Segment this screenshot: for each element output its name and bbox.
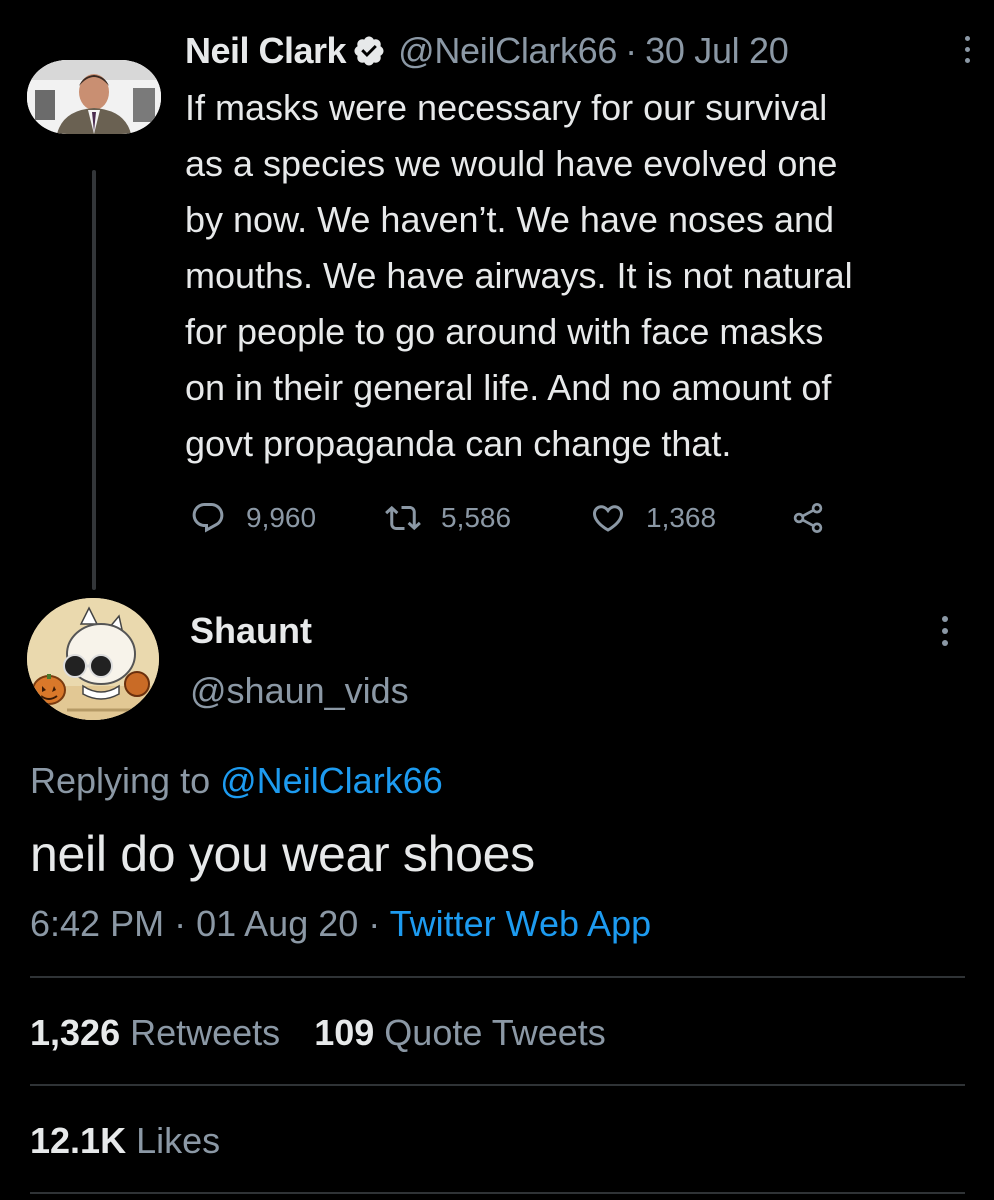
reply-action-button[interactable]: 9,960 xyxy=(190,498,316,538)
quote-tweets-stat[interactable]: 109 Quote Tweets xyxy=(314,1012,606,1053)
parent-text-line: mouths. We have airways. It is not natur… xyxy=(185,255,853,296)
likes-stat-count: 12.1K xyxy=(30,1120,127,1161)
parent-text-line: for people to go around with face masks xyxy=(185,311,824,352)
reply-count: 9,960 xyxy=(246,502,317,533)
retweets-stat-label: Retweets xyxy=(130,1012,281,1053)
parent-more-icon[interactable] xyxy=(959,32,975,72)
reply-avatar-illustration xyxy=(27,598,159,720)
share-icon xyxy=(793,503,823,533)
reply-bubble-icon xyxy=(192,503,224,533)
retweet-action-button[interactable]: 5,586 xyxy=(385,498,511,538)
parent-text-line: on in their general life. And no amount … xyxy=(185,367,832,408)
likes-stat[interactable]: 12.1K Likes xyxy=(30,1120,220,1162)
reply-author-handle[interactable]: @shaun_vids xyxy=(190,670,409,712)
parent-action-bar: 9,960 5,586 1,368 xyxy=(190,498,890,538)
verified-badge-icon xyxy=(354,36,384,66)
parent-tweet-text: If masks were necessary for our survival… xyxy=(185,80,975,472)
quote-tweets-stat-label: Quote Tweets xyxy=(384,1012,606,1053)
parent-tweet-header: Neil Clark @NeilClark66 · 30 Jul 20 xyxy=(185,28,975,74)
parent-avatar[interactable] xyxy=(27,60,161,134)
likes-stat-label: Likes xyxy=(136,1120,221,1161)
thread-connector-line xyxy=(92,170,96,590)
parent-text-line: by now. We haven’t. We have noses and xyxy=(185,199,835,240)
reply-time[interactable]: 6:42 PM xyxy=(30,903,164,944)
parent-avatar-photo xyxy=(27,60,161,134)
quote-tweets-stat-count: 109 xyxy=(314,1012,375,1053)
retweet-quote-stats: 1,326 Retweets 109 Quote Tweets xyxy=(30,1012,606,1054)
divider xyxy=(30,1084,965,1086)
divider xyxy=(30,1192,965,1194)
divider xyxy=(30,976,965,978)
heart-icon xyxy=(592,505,624,532)
reply-avatar[interactable] xyxy=(27,598,159,720)
parent-author-name[interactable]: Neil Clark xyxy=(185,30,347,72)
parent-tweet-date[interactable]: 30 Jul 20 xyxy=(645,30,789,72)
parent-text-line: as a species we would have evolved one xyxy=(185,143,838,184)
retweet-count: 5,586 xyxy=(441,502,512,533)
parent-author-handle[interactable]: @NeilClark66 xyxy=(398,30,617,72)
reply-meta-line: 6:42 PM · 01 Aug 20 · Twitter Web App xyxy=(30,903,651,945)
parent-text-line: If masks were necessary for our survival xyxy=(185,87,828,128)
retweets-stat-count: 1,326 xyxy=(30,1012,121,1053)
meta-dot-separator: · xyxy=(368,903,381,944)
replying-to-line: Replying to @NeilClark66 xyxy=(30,760,443,802)
like-action-button[interactable]: 1,368 xyxy=(590,498,716,538)
replying-to-label: Replying to xyxy=(30,760,211,801)
share-action-button[interactable] xyxy=(790,498,846,538)
reply-date[interactable]: 01 Aug 20 xyxy=(196,903,358,944)
reply-more-icon[interactable] xyxy=(937,612,953,662)
retweets-stat[interactable]: 1,326 Retweets xyxy=(30,1012,290,1053)
reply-source-link[interactable]: Twitter Web App xyxy=(390,903,651,944)
meta-dot-separator: · xyxy=(174,903,187,944)
retweet-icon xyxy=(385,505,421,531)
like-count: 1,368 xyxy=(646,502,717,533)
parent-text-line: govt propaganda can change that. xyxy=(185,423,732,464)
header-dot-separator: · xyxy=(625,30,638,71)
replying-to-mention[interactable]: @NeilClark66 xyxy=(220,760,443,801)
reply-tweet-text: neil do you wear shoes xyxy=(30,826,535,882)
reply-author-name[interactable]: Shaunt xyxy=(190,610,312,652)
